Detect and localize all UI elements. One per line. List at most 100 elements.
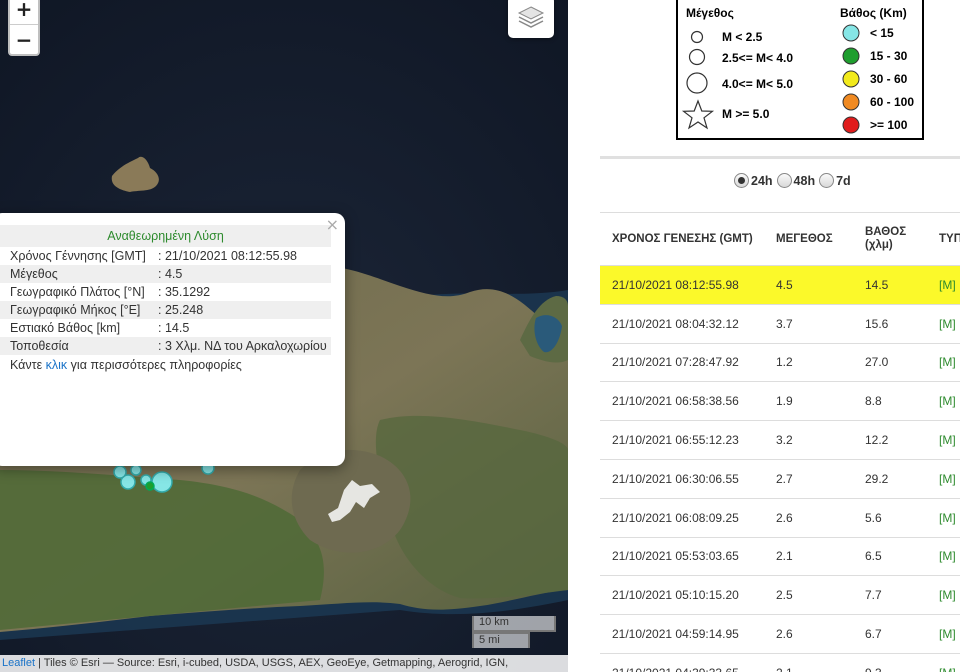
legend-depth-item: < 15 [870, 26, 894, 40]
event-depth: 15.6 [853, 304, 927, 344]
popup-key: Χρόνος Γέννησης [GMT] [10, 249, 146, 263]
event-time: 21/10/2021 06:08:09.25 [600, 498, 764, 538]
table-row[interactable]: 21/10/2021 04:39:33.652.19.3[M] [600, 653, 960, 672]
earthquake-marker [113, 465, 127, 479]
close-icon[interactable]: × [326, 217, 339, 233]
event-type: [M] [927, 575, 960, 616]
popup-key: Γεωγραφικό Μήκος [°E] [0, 301, 148, 319]
zoom-in-button[interactable]: + [10, 0, 38, 24]
table-row[interactable]: 21/10/2021 08:04:32.12 3.7 15.6 [M] [600, 304, 960, 344]
col-type[interactable]: ΤΥΠ [927, 212, 960, 266]
map-attribution: Leaflet | Tiles © Esri — Source: Esri, i… [0, 655, 568, 672]
popup-value: : 3 Χλμ. ΝΔ του Αρκαλοχωρίου [148, 337, 331, 355]
table-row[interactable]: 21/10/2021 06:58:38.56 1.9 8.8 [M] [600, 381, 960, 422]
attribution-text: | Tiles © Esri — Source: Esri, i-cubed, … [35, 657, 509, 669]
event-time: 21/10/2021 05:10:15.20 [600, 575, 764, 616]
table-row[interactable]: 21/10/2021 08:12:55.98 4.5 14.5 [M] [600, 265, 960, 305]
divider [600, 156, 960, 159]
event-depth: 6.7 [853, 614, 927, 654]
event-time: 21/10/2021 07:28:47.92 [600, 343, 764, 383]
depth-swatch-icon [842, 70, 860, 88]
legend-depth-item: 30 - 60 [870, 72, 908, 86]
col-depth[interactable]: ΒΑΘΟΣ (χλμ) [853, 212, 927, 266]
event-depth: 9.3 [853, 653, 927, 672]
event-type: [M] [927, 343, 960, 383]
popup-key: Μέγεθος [0, 265, 148, 283]
zoom-control: + − [8, 0, 40, 56]
popup-value: : 21/10/2021 08:12:55.98 [158, 249, 298, 263]
event-magnitude: 1.9 [764, 381, 853, 422]
table-row[interactable]: 21/10/2021 06:08:09.25 2.6 5.6 [M] [600, 498, 960, 538]
legend-magnitude-item: M >= 5.0 [722, 107, 770, 121]
magnitude-star-icon [681, 99, 715, 130]
event-depth: 12.2 [853, 420, 927, 460]
event-depth: 6.5 [853, 537, 927, 577]
event-magnitude: 1.2 [764, 343, 853, 383]
depth-swatch-icon [842, 47, 860, 65]
scale-bar: 10 km 5 mi [472, 616, 556, 648]
popup-row: Μέγεθος : 4.5 [0, 265, 331, 283]
popup-row: Εστιακό Βάθος [km] : 14.5 [0, 319, 331, 337]
event-type: [M] [927, 381, 960, 422]
popup-row: Γεωγραφικό Μήκος [°E] : 25.248 [0, 301, 331, 319]
event-time: 21/10/2021 04:39:33.65 [600, 653, 764, 672]
label-48h[interactable]: 48h [794, 174, 816, 188]
event-magnitude: 3.7 [764, 304, 853, 344]
event-time: 21/10/2021 06:55:12.23 [600, 420, 764, 460]
legend-depth-item: 15 - 30 [870, 49, 908, 63]
label-24h[interactable]: 24h [751, 174, 773, 188]
time-range-selector: 24h 48h 7d [734, 173, 853, 188]
popup-value: : 14.5 [158, 321, 190, 335]
event-magnitude: 2.6 [764, 498, 853, 538]
table-row[interactable]: 21/10/2021 05:10:15.20 2.5 7.7 [M] [600, 575, 960, 616]
magnitude-circle-small-icon [690, 30, 704, 44]
depth-swatch-icon [842, 93, 860, 111]
col-magnitude[interactable]: ΜΕΓΕΘΟΣ [764, 212, 853, 266]
event-time: 21/10/2021 08:04:32.12 [600, 304, 764, 344]
radio-48h[interactable] [776, 173, 792, 188]
legend: Μέγεθος Βάθος (Km) M < 2.5 2.5<= M< 4.0 … [676, 0, 924, 140]
more-prefix: Κάντε [10, 358, 46, 372]
zoom-out-button[interactable]: − [10, 24, 38, 54]
legend-depth-title: Βάθος (Km) [840, 6, 907, 20]
depth-swatches [842, 24, 860, 134]
event-depth: 7.7 [853, 575, 927, 616]
event-type: [M] [927, 653, 960, 672]
more-info-link[interactable]: κλικ [46, 358, 68, 372]
popup-value: : 35.1292 [158, 285, 211, 299]
events-panel: Μέγεθος Βάθος (Km) M < 2.5 2.5<= M< 4.0 … [568, 0, 960, 672]
radio-24h[interactable] [734, 173, 749, 188]
depth-swatch-icon [842, 24, 860, 42]
legend-magnitude-item: 2.5<= M< 4.0 [722, 51, 794, 65]
col-time[interactable]: ΧΡΟΝΟΣ ΓΕΝΕΣΗΣ (GMT) [600, 212, 764, 266]
events-table: ΧΡΟΝΟΣ ΓΕΝΕΣΗΣ (GMT) ΜΕΓΕΘΟΣ ΒΑΘΟΣ (χλμ)… [600, 212, 960, 672]
event-time: 21/10/2021 05:53:03.65 [600, 537, 764, 577]
depth-swatch-icon [842, 116, 860, 134]
event-depth: 29.2 [853, 459, 927, 499]
popup-title: Αναθεωρημένη Λύση [0, 225, 331, 247]
table-row[interactable]: 21/10/2021 05:53:03.65 2.1 6.5 [M] [600, 537, 960, 577]
table-row[interactable]: 21/10/2021 07:28:47.92 1.2 27.0 [M] [600, 343, 960, 383]
event-type: [M] [927, 265, 960, 305]
event-depth: 8.8 [853, 381, 927, 422]
event-depth: 14.5 [853, 265, 927, 305]
scale-km: 10 km [472, 616, 556, 632]
table-row[interactable]: 21/10/2021 04:59:14.95 2.6 6.7 [M] [600, 614, 960, 654]
layers-icon [517, 6, 545, 28]
label-7d[interactable]: 7d [836, 174, 851, 188]
event-type: [M] [927, 459, 960, 499]
more-info: Κάντε κλικ για περισσότερες πληροφορίες [0, 355, 331, 372]
map-view[interactable]: + − × Αναθεωρημένη Λύση Χρόνος Γέννησης … [0, 0, 568, 672]
radio-7d[interactable] [819, 173, 835, 188]
popup-value: : 4.5 [148, 265, 331, 283]
event-type: [M] [927, 537, 960, 577]
table-row[interactable]: 21/10/2021 06:30:06.55 2.7 29.2 [M] [600, 459, 960, 499]
table-row[interactable]: 21/10/2021 06:55:12.23 3.2 12.2 [M] [600, 420, 960, 460]
event-type: [M] [927, 498, 960, 538]
leaflet-link[interactable]: Leaflet [2, 657, 35, 669]
earthquake-marker [145, 481, 155, 491]
earthquake-marker [151, 471, 173, 493]
layers-control[interactable] [508, 0, 554, 38]
event-magnitude: 2.6 [764, 614, 853, 654]
popup-key: Γεωγραφικό Πλάτος [°N] [10, 285, 145, 299]
